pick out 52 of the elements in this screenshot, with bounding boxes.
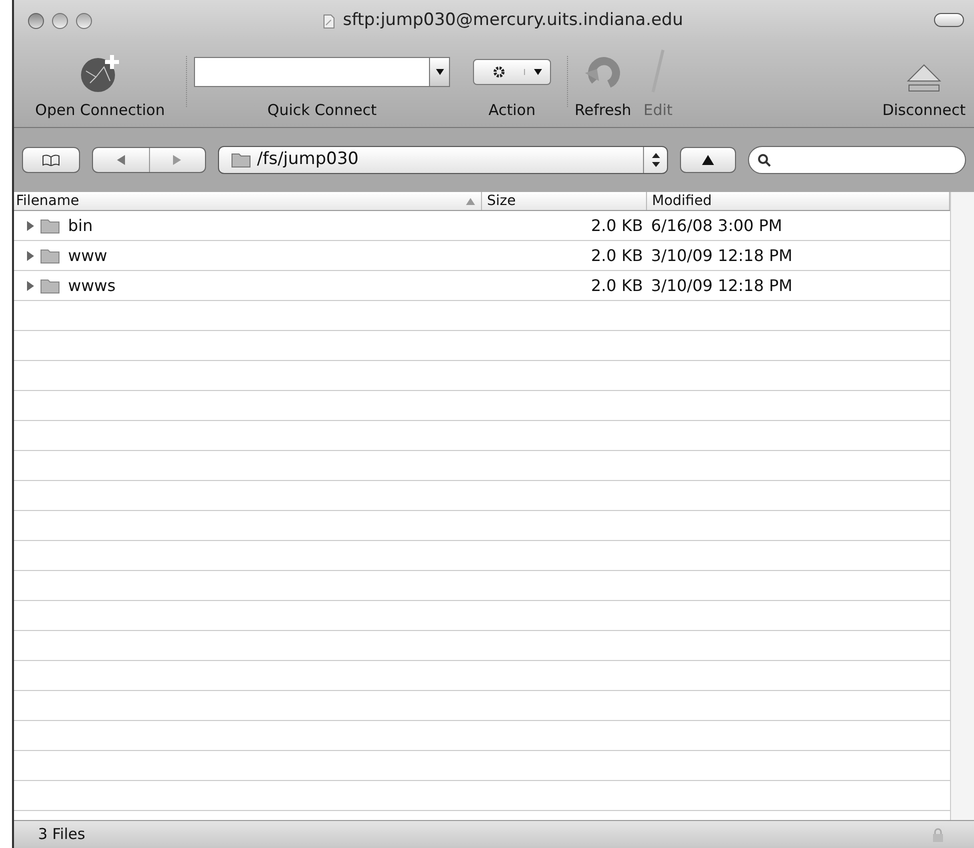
- lock-icon: [932, 828, 944, 842]
- disclosure-triangle-icon[interactable]: [26, 250, 36, 260]
- back-arrow-icon[interactable]: [116, 155, 125, 165]
- parent-folder-button[interactable]: [680, 147, 736, 173]
- toolbar-label[interactable]: Open Connection: [35, 98, 165, 121]
- folder-icon: [40, 218, 60, 234]
- close-button[interactable]: [28, 13, 44, 29]
- gear-icon: [492, 64, 506, 78]
- search-field[interactable]: [748, 146, 966, 174]
- status-text: 3 Files: [38, 824, 86, 846]
- column-header[interactable]: Filename: [14, 192, 482, 210]
- file-size: 2.0 KB: [591, 274, 643, 296]
- file-name: bin: [68, 214, 93, 236]
- folder-icon: [40, 248, 60, 264]
- folder-icon: [40, 278, 60, 294]
- zoom-button[interactable]: [76, 13, 92, 29]
- toolbar-label[interactable]: Refresh: [574, 98, 632, 121]
- path-dropdown[interactable]: /fs/jump030: [218, 146, 668, 174]
- modified-date: 6/16/08 3:00 PM: [651, 216, 782, 234]
- eject-icon: [906, 62, 942, 92]
- toolbar-label[interactable]: Action: [488, 98, 536, 121]
- toolbar-toggle-button[interactable]: [934, 13, 964, 27]
- up-arrow-icon: [702, 155, 714, 165]
- bookmarks-button[interactable]: [22, 147, 80, 173]
- navigation-control[interactable]: [92, 147, 206, 173]
- disclosure-triangle-icon[interactable]: [26, 220, 36, 230]
- sort-arrow-icon: [466, 198, 475, 204]
- path-text: /fs/jump030: [257, 148, 360, 172]
- column-header[interactable]: Size: [482, 192, 647, 210]
- file-size: 2.0 KB: [591, 214, 643, 236]
- modified-date: 3/10/09 12:18 PM: [651, 246, 792, 264]
- action-menu-button[interactable]: [473, 58, 551, 84]
- book-icon: [42, 154, 60, 166]
- dropdown-arrow-icon: [534, 68, 542, 74]
- pencil-icon: [650, 48, 666, 92]
- dropdown-arrow-icon: [436, 68, 444, 74]
- stepper-arrows-icon: [652, 153, 660, 167]
- disclosure-triangle-icon[interactable]: [26, 280, 36, 290]
- folder-icon: [231, 152, 251, 168]
- modified-date: 3/10/09 12:18 PM: [651, 276, 792, 294]
- document-icon: [322, 14, 335, 28]
- file-name: wwws: [68, 274, 116, 296]
- forward-arrow-icon[interactable]: [173, 155, 182, 165]
- minimize-button[interactable]: [52, 13, 68, 29]
- file-name: www: [68, 244, 108, 266]
- toolbar-label[interactable]: Quick Connect: [267, 98, 377, 121]
- window-title: sftp:jump030@mercury.uits.indiana.edu: [342, 9, 684, 32]
- file-size: 2.0 KB: [591, 244, 643, 266]
- search-icon: [757, 153, 771, 167]
- toolbar-label[interactable]: Disconnect: [882, 98, 966, 121]
- globe-plus-icon: [78, 52, 122, 92]
- quick-connect-field[interactable]: [194, 56, 450, 86]
